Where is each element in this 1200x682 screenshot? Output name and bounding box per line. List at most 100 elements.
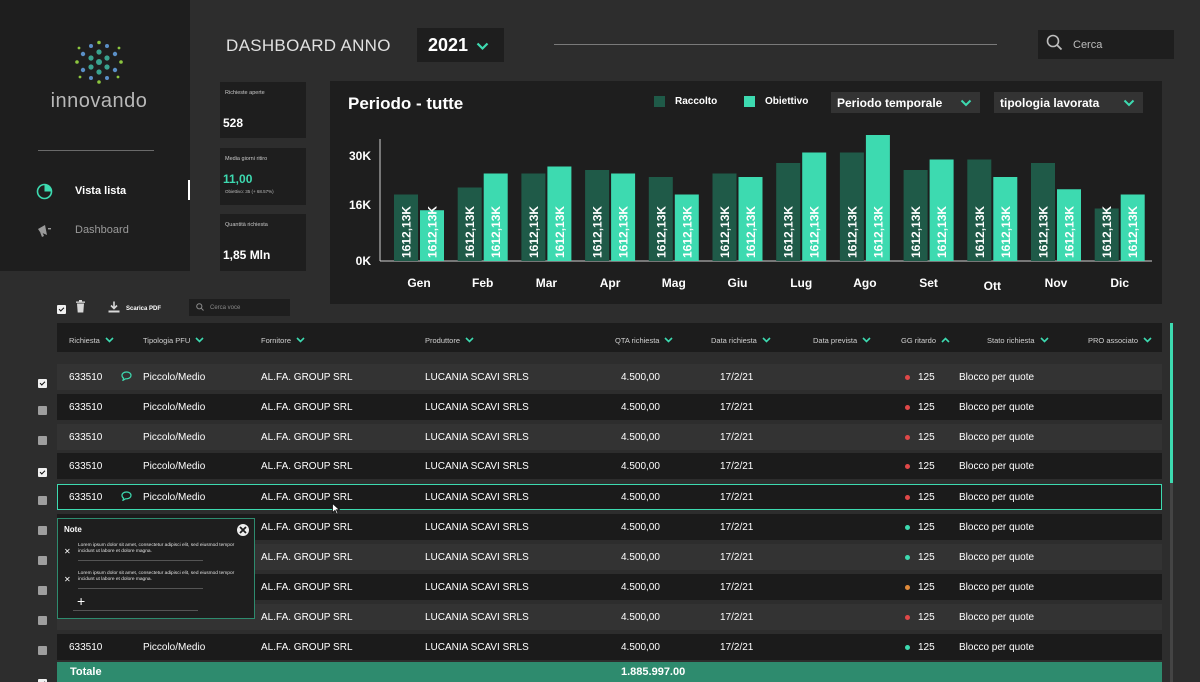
column-header[interactable]: Stato richiesta [987, 336, 1049, 345]
checkbox [38, 406, 47, 415]
x-tick-label: Nov [1045, 276, 1068, 290]
chart-title: Periodo - tutte [348, 94, 464, 113]
column-header[interactable]: Tipologia PFU [143, 336, 204, 345]
note-input-line [73, 610, 198, 611]
status-dot [905, 615, 910, 620]
bar-data-label: 1612,13K [744, 206, 758, 258]
remove-note-icon[interactable]: ✕ [64, 575, 71, 584]
search-icon [196, 302, 204, 313]
table-scrollbar[interactable] [1170, 323, 1173, 682]
table-row[interactable]: 633510 Piccolo/Medio AL.FA. GROUP SRL LUCAN… [57, 453, 1162, 479]
remove-note-icon[interactable]: ✕ [64, 547, 71, 556]
column-header[interactable]: Fornitore [261, 336, 305, 345]
cell-tipologia: Piccolo/Medio [143, 492, 206, 503]
cell-stato: Blocco per quote [959, 461, 1035, 472]
table-row[interactable]: 633510 Piccolo/Medio AL.FA. GROUP SRL LUCAN… [57, 424, 1162, 450]
cell-qta: 4.500,00 [621, 402, 660, 413]
row-checkbox[interactable] [38, 582, 47, 600]
cell-gg-ritardo: 125 [918, 461, 935, 472]
cell-produttore: LUCANIA SCAVI SRLS [425, 582, 529, 593]
row-checkbox[interactable] [38, 522, 47, 540]
x-tick-label: Mar [536, 276, 558, 290]
row-checkbox[interactable] [38, 432, 47, 450]
bar-data-label: 1612,13K [1126, 206, 1140, 258]
status-dot [905, 375, 910, 380]
cell-data-richiesta: 17/2/21 [720, 461, 754, 472]
checkbox [38, 468, 47, 477]
search-icon [1046, 34, 1063, 56]
cell-qta: 4.500,00 [621, 522, 660, 533]
cell-fornitore: AL.FA. GROUP SRL [261, 372, 353, 383]
y-tick-label: 16K [349, 198, 371, 212]
row-checkbox[interactable] [38, 461, 47, 479]
delete-button[interactable] [75, 300, 86, 316]
column-header[interactable]: Produttore [425, 336, 474, 345]
checkbox [38, 496, 47, 505]
x-tick-label: Feb [472, 276, 493, 290]
periodo-temporale-dropdown[interactable]: Periodo temporale [831, 92, 980, 113]
row-checkbox[interactable] [38, 642, 47, 660]
column-header[interactable]: Data richiesta [711, 336, 771, 345]
cell-gg-ritardo: 125 [918, 372, 935, 383]
cell-fornitore: AL.FA. GROUP SRL [261, 522, 353, 533]
download-pdf-button[interactable]: Scarica PDF [108, 301, 161, 316]
bar-data-label: 1612,13K [1037, 206, 1051, 258]
table-search-input[interactable]: Cerca voce [189, 299, 290, 316]
cell-stato: Blocco per quote [959, 372, 1035, 383]
column-header[interactable]: GG ritardo [901, 336, 950, 345]
table-row[interactable]: 633510 Piccolo/Medio AL.FA. GROUP SRL LUCAN… [57, 394, 1162, 420]
bar-chart: 0K 16K 30K 1612,13K 1612,13K Gen 1612,13K 1612,… [349, 135, 1152, 293]
column-header-label: Richiesta [69, 336, 100, 345]
column-header-label: Fornitore [261, 336, 292, 345]
cell-stato: Blocco per quote [959, 402, 1035, 413]
cell-gg-ritardo: 125 [918, 582, 935, 593]
close-icon[interactable] [237, 524, 249, 536]
note-popup: Note ✕ Lorem ipsum dolor sit amet, conse… [57, 518, 255, 619]
year-select[interactable]: 2021 [417, 28, 504, 62]
scrollbar-thumb[interactable] [1170, 323, 1173, 483]
column-header[interactable]: PRO associato [1088, 336, 1152, 345]
cell-gg-ritardo: 125 [918, 402, 935, 413]
select-all-checkbox[interactable] [57, 302, 66, 316]
total-row-checkbox[interactable] [38, 672, 47, 682]
cell-fornitore: AL.FA. GROUP SRL [261, 492, 353, 503]
column-header[interactable]: Richiesta [69, 336, 114, 345]
sidebar-item-dashboard[interactable]: Dashboard [35, 221, 129, 239]
page-title: DASHBOARD ANNO [226, 36, 391, 55]
row-checkbox[interactable] [38, 372, 47, 390]
logo-mark-icon [75, 40, 123, 84]
bar-data-label: 1612,13K [654, 206, 668, 258]
legend-swatch [654, 96, 665, 107]
comment-icon[interactable] [121, 371, 132, 384]
row-checkbox[interactable] [38, 552, 47, 570]
cell-richiesta: 633510 [69, 402, 103, 413]
cell-tipologia: Piccolo/Medio [143, 372, 206, 383]
add-note-button[interactable]: + [77, 593, 85, 609]
search-input[interactable]: Cerca [1038, 30, 1174, 59]
bar-data-label: 1612,13K [1063, 206, 1077, 258]
bar-data-label: 1612,13K [871, 206, 885, 258]
column-header-label: GG ritardo [901, 336, 937, 345]
row-checkbox[interactable] [38, 402, 47, 420]
tipologia-lavorata-dropdown[interactable]: tipologia lavorata [994, 92, 1143, 113]
sidebar-item-vista-lista[interactable]: Vista lista [35, 182, 126, 200]
cell-qta: 4.500,00 [621, 372, 660, 383]
table-row[interactable]: 633510 Piccolo/Medio AL.FA. GROUP SRL LUCAN… [57, 634, 1162, 660]
cell-stato: Blocco per quote [959, 522, 1035, 533]
cell-data-richiesta: 17/2/21 [720, 612, 754, 623]
comment-icon[interactable] [121, 491, 132, 504]
search-placeholder: Cerca voce [210, 304, 241, 311]
table-row[interactable]: 633510 Piccolo/Medio AL.FA. GROUP SRL LUCAN… [57, 484, 1162, 510]
kpi-card-richieste: Richieste aperte 528 [220, 82, 306, 138]
row-checkbox[interactable] [38, 612, 47, 630]
column-header[interactable]: QTA richiesta [615, 336, 674, 345]
cell-stato: Blocco per quote [959, 432, 1035, 443]
column-header-label: Tipologia PFU [143, 336, 191, 345]
table-row[interactable]: 633510 Piccolo/Medio AL.FA. GROUP SRL LUCAN… [57, 364, 1162, 390]
cell-stato: Blocco per quote [959, 582, 1035, 593]
cell-tipologia: Piccolo/Medio [143, 432, 206, 443]
kpi-value: 528 [223, 116, 244, 130]
cell-produttore: LUCANIA SCAVI SRLS [425, 612, 529, 623]
column-header[interactable]: Data prevista [813, 336, 871, 345]
row-checkbox[interactable] [38, 492, 47, 510]
